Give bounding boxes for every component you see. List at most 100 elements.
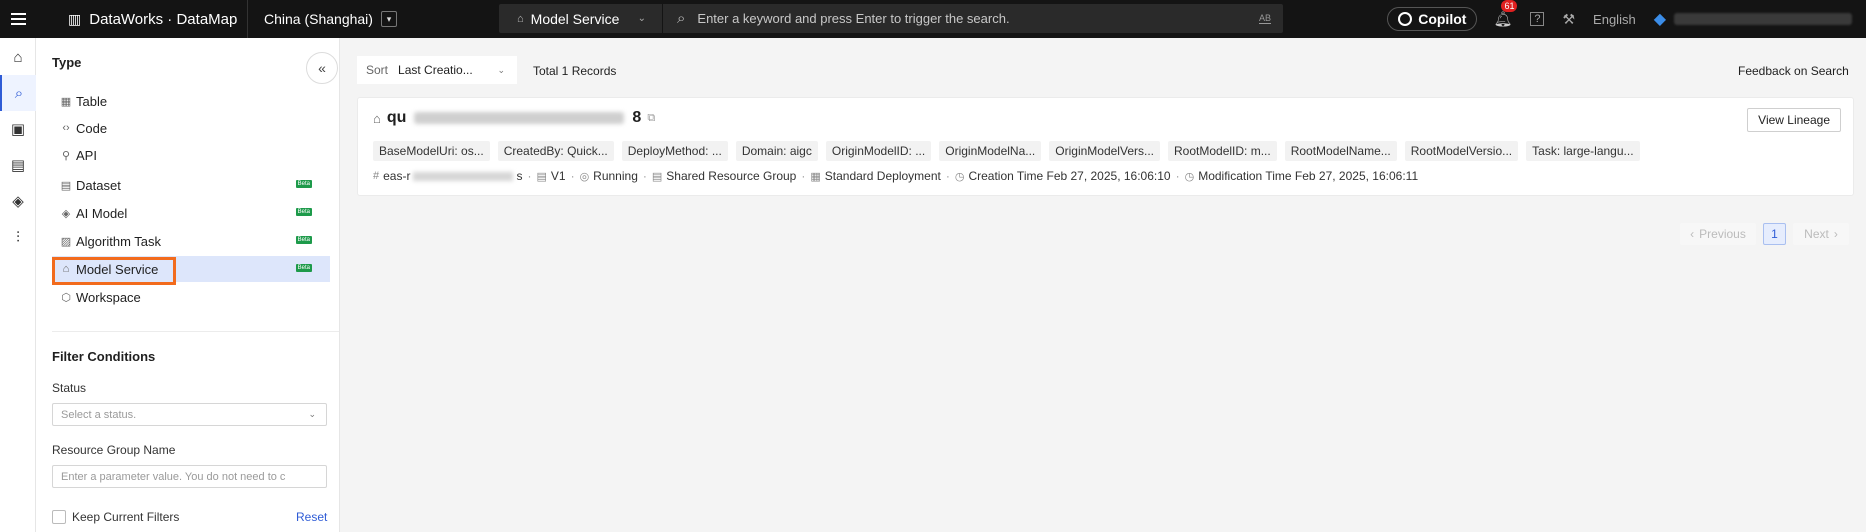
deployment-type: Standard Deployment bbox=[824, 169, 941, 183]
search-input[interactable]: Enter a keyword and press Enter to trigg… bbox=[697, 11, 1009, 26]
keep-filters-checkbox[interactable] bbox=[52, 510, 66, 524]
chevron-right-icon: › bbox=[1833, 227, 1838, 241]
sort-dropdown[interactable]: Sort Last Creatio... ⌄ bbox=[357, 56, 517, 84]
service-id-prefix: eas-r bbox=[383, 169, 411, 183]
cube-icon[interactable]: ◈ bbox=[0, 183, 36, 219]
result-title[interactable]: ⌂ qu 8 ⧉ bbox=[373, 109, 655, 127]
resource-group-input[interactable]: Enter a parameter value. You do not need… bbox=[52, 465, 327, 488]
beta-badge: Beta bbox=[295, 208, 312, 216]
tag[interactable]: RootModelVersio... bbox=[1404, 141, 1519, 161]
redacted-text bbox=[413, 171, 514, 181]
settings-sliders-icon[interactable]: ⫶ bbox=[0, 219, 36, 255]
tag[interactable]: RootModelID: m... bbox=[1168, 141, 1277, 161]
tag[interactable]: Domain: aigc bbox=[735, 141, 818, 161]
brand[interactable]: ▥ DataWorks · DataMap bbox=[36, 0, 248, 38]
type-item-label: AI Model bbox=[76, 205, 128, 221]
home-icon[interactable]: ⌂ bbox=[0, 39, 36, 75]
collapse-sidebar-icon[interactable]: « bbox=[306, 52, 338, 84]
type-item-dataset[interactable]: ▤ Dataset Beta bbox=[52, 172, 330, 198]
match-case-icon[interactable]: AB bbox=[1258, 13, 1271, 24]
server-icon: ▤ bbox=[651, 170, 663, 183]
tools-icon[interactable]: ⚒︎ bbox=[1562, 11, 1575, 28]
tag[interactable]: OriginModelID: ... bbox=[825, 141, 932, 161]
beta-badge: Beta bbox=[295, 180, 312, 188]
type-item-label: Dataset bbox=[76, 177, 121, 193]
diamond-icon: ◆ bbox=[1653, 11, 1666, 28]
help-icon[interactable]: ? bbox=[1530, 12, 1545, 26]
dataset-icon: ▤ bbox=[60, 179, 72, 192]
type-title: Type bbox=[52, 55, 82, 70]
top-bar: ▥ DataWorks · DataMap China (Shanghai) ▾… bbox=[0, 0, 1866, 38]
tag-list: BaseModelUri: os... CreatedBy: Quick... … bbox=[373, 141, 1640, 161]
tag[interactable]: RootModelName... bbox=[1284, 141, 1397, 161]
copilot-button[interactable]: Copilot bbox=[1387, 7, 1478, 31]
tag[interactable]: OriginModelNa... bbox=[939, 141, 1042, 161]
version: V1 bbox=[550, 169, 566, 183]
copilot-label: Copilot bbox=[1418, 11, 1467, 27]
type-item-code[interactable]: ‹› Code bbox=[52, 115, 330, 141]
account-menu[interactable] bbox=[1674, 13, 1852, 25]
catalog-icon[interactable]: ▤ bbox=[0, 147, 36, 183]
type-item-table[interactable]: ▦ Table bbox=[52, 88, 330, 114]
feedback-link[interactable]: Feedback on Search bbox=[1738, 64, 1849, 78]
resource-group-placeholder: Enter a parameter value. You do not need… bbox=[61, 470, 286, 483]
check-circle-icon: ◎ bbox=[579, 170, 590, 183]
chart-icon: ▨ bbox=[60, 235, 72, 248]
result-title-prefix: qu bbox=[386, 109, 407, 126]
service-id-suffix: s bbox=[516, 169, 523, 183]
tag[interactable]: OriginModelVers... bbox=[1049, 141, 1160, 161]
tag[interactable]: BaseModelUri: os... bbox=[373, 141, 490, 161]
previous-page-button[interactable]: ‹ Previous bbox=[1680, 223, 1756, 245]
total-records: Total 1 Records bbox=[533, 64, 617, 78]
model-service-icon: ⌂ bbox=[373, 110, 381, 126]
asset-icon[interactable]: ▣ bbox=[0, 111, 36, 147]
chevron-left-icon: ‹ bbox=[1690, 227, 1695, 241]
result-card[interactable]: ⌂ qu 8 ⧉ View Lineage BaseModelUri: os..… bbox=[357, 97, 1854, 196]
tag[interactable]: Task: large-langu... bbox=[1526, 141, 1640, 161]
bell-icon: 🔔︎ bbox=[1493, 11, 1513, 28]
status-select[interactable]: Select a status. ⌄ bbox=[52, 403, 327, 426]
menu-icon[interactable] bbox=[0, 0, 36, 38]
chevron-down-icon: ⌄ bbox=[637, 13, 646, 24]
type-item-label: Workspace bbox=[76, 289, 141, 305]
type-item-ai-model[interactable]: ◈ AI Model Beta bbox=[52, 200, 330, 226]
clock-icon: ◷ bbox=[1184, 170, 1195, 183]
chevron-down-icon: ⌄ bbox=[308, 409, 316, 419]
filter-conditions-title: Filter Conditions bbox=[52, 349, 156, 364]
global-search: ⌂ Model Service ⌄ ⌕ Enter a keyword and … bbox=[499, 4, 1283, 33]
sort-value: Last Creatio... bbox=[398, 63, 473, 77]
type-item-api[interactable]: ⚲ API bbox=[52, 142, 330, 168]
code-icon: ‹› bbox=[62, 122, 70, 134]
reset-link[interactable]: Reset bbox=[296, 510, 327, 524]
search-map-icon[interactable]: ⌕ bbox=[0, 75, 36, 111]
table-icon: ▦ bbox=[60, 95, 72, 108]
redacted-text bbox=[414, 112, 625, 124]
document-icon: ▤ bbox=[536, 170, 547, 183]
type-item-algorithm-task[interactable]: ▨ Algorithm Task Beta bbox=[52, 228, 330, 254]
grid-icon: ▦ bbox=[810, 170, 821, 183]
type-item-workspace[interactable]: ⬡ Workspace bbox=[52, 284, 330, 310]
region-selector[interactable]: China (Shanghai) ▾ bbox=[248, 0, 397, 38]
workspace-icon: ⬡ bbox=[61, 291, 71, 304]
notification-button[interactable]: 🔔︎ 61 bbox=[1493, 0, 1518, 28]
language-switch[interactable]: English bbox=[1593, 12, 1636, 27]
model-service-icon: ⌂ bbox=[517, 12, 524, 25]
keep-filters-label: Keep Current Filters bbox=[72, 510, 180, 524]
next-page-button[interactable]: Next › bbox=[1793, 223, 1849, 245]
keep-filters[interactable]: Keep Current Filters bbox=[52, 510, 179, 524]
type-item-label: API bbox=[76, 147, 97, 163]
beta-badge: Beta bbox=[295, 236, 312, 244]
tag[interactable]: CreatedBy: Quick... bbox=[497, 141, 614, 161]
type-item-label: Code bbox=[76, 120, 108, 136]
resource-group-label: Resource Group Name bbox=[52, 443, 176, 457]
view-lineage-button[interactable]: View Lineage bbox=[1747, 108, 1841, 132]
status-placeholder: Select a status. bbox=[61, 408, 137, 421]
search-scope-dropdown[interactable]: ⌂ Model Service ⌄ bbox=[499, 4, 663, 33]
tag[interactable]: DeployMethod: ... bbox=[621, 141, 728, 161]
chevron-down-icon: ⌄ bbox=[497, 64, 505, 75]
copy-icon[interactable]: ⧉ bbox=[647, 112, 655, 125]
page-1-button[interactable]: 1 bbox=[1763, 223, 1786, 245]
search-icon: ⌕ bbox=[677, 10, 686, 27]
search-scope-label: Model Service bbox=[530, 10, 620, 27]
notification-badge: 61 bbox=[1501, 0, 1518, 12]
